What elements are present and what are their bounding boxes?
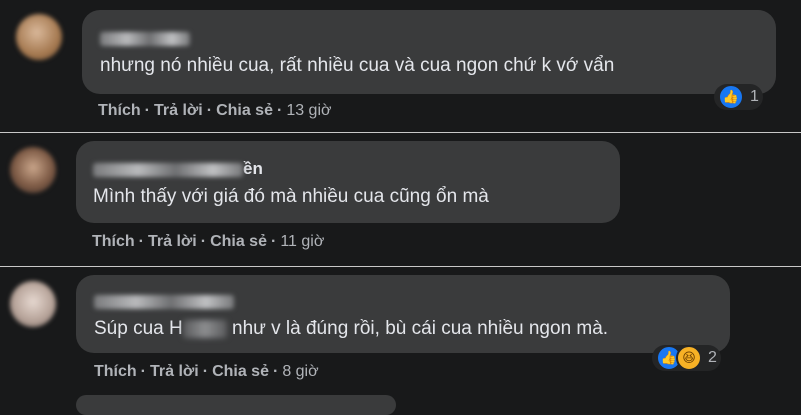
share-button[interactable]: Chia sẻ — [216, 102, 273, 119]
like-button[interactable]: Thích — [92, 233, 135, 250]
comment-panel: ền Mình thấy với giá đó mà nhiều cua cũn… — [0, 132, 801, 267]
comment-bubble — [76, 141, 620, 223]
comment-bubble — [76, 275, 730, 353]
comment-actions: Thích · Trả lời · Chia sẻ · 13 giờ — [98, 102, 332, 119]
comment-text: Súp cua H như v là đúng rồi, bù cái cua … — [94, 318, 609, 339]
share-button[interactable]: Chia sẻ — [210, 233, 267, 250]
like-button[interactable]: Thích — [94, 363, 137, 380]
reaction-summary[interactable]: 👍 1 — [714, 84, 763, 110]
comment-actions: Thích · Trả lời · Chia sẻ · 11 giờ — [92, 233, 325, 250]
like-button[interactable]: Thích — [98, 102, 141, 119]
reaction-count: 2 — [708, 349, 717, 366]
reply-button[interactable]: Trả lời — [150, 363, 199, 380]
haha-icon: 😆 — [676, 345, 702, 371]
avatar[interactable] — [16, 14, 62, 60]
reaction-count: 1 — [750, 88, 759, 105]
like-icon: 👍 — [718, 84, 744, 110]
reaction-summary[interactable]: 👍 😆 2 — [652, 345, 721, 371]
commenter-name[interactable] — [94, 291, 234, 311]
reply-button[interactable]: Trả lời — [154, 102, 203, 119]
comment-text: nhưng nó nhiều cua, rất nhiều cua và cua… — [100, 55, 615, 76]
reply-button[interactable]: Trả lời — [148, 233, 197, 250]
timestamp[interactable]: 11 giờ — [280, 233, 324, 250]
avatar[interactable] — [10, 147, 56, 193]
comment-actions: Thích · Trả lời · Chia sẻ · 8 giờ — [94, 363, 319, 380]
avatar[interactable] — [10, 281, 56, 327]
share-button[interactable]: Chia sẻ — [212, 363, 269, 380]
comment-panel: Súp cua H như v là đúng rồi, bù cái cua … — [0, 266, 801, 415]
commenter-name[interactable]: ền — [93, 159, 263, 179]
commenter-name[interactable] — [100, 28, 190, 48]
comment-text: Mình thấy với giá đó mà nhiều cua cũng ổ… — [93, 186, 489, 207]
comment-bubble — [82, 10, 776, 94]
next-comment-bubble — [76, 395, 396, 415]
comment-panel: nhưng nó nhiều cua, rất nhiều cua và cua… — [0, 0, 801, 132]
timestamp[interactable]: 8 giờ — [282, 363, 318, 380]
redacted-text — [182, 319, 227, 338]
timestamp[interactable]: 13 giờ — [286, 102, 331, 119]
